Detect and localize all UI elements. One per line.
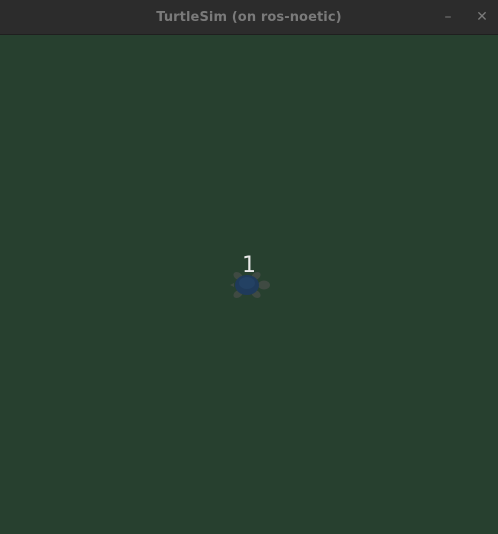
turtle-canvas[interactable]: 1 (0, 35, 498, 534)
turtlesim-window: TurtleSim (on ros-noetic) – ✕ 1 (0, 0, 498, 534)
turtle-tail (230, 283, 234, 287)
turtle-head (258, 280, 270, 290)
minimize-button[interactable]: – (434, 0, 462, 35)
window-title: TurtleSim (on ros-noetic) (156, 10, 342, 25)
turtle-label: 1 (242, 253, 256, 278)
title-bar[interactable]: TurtleSim (on ros-noetic) – ✕ (0, 0, 498, 35)
close-button[interactable]: ✕ (468, 0, 496, 35)
